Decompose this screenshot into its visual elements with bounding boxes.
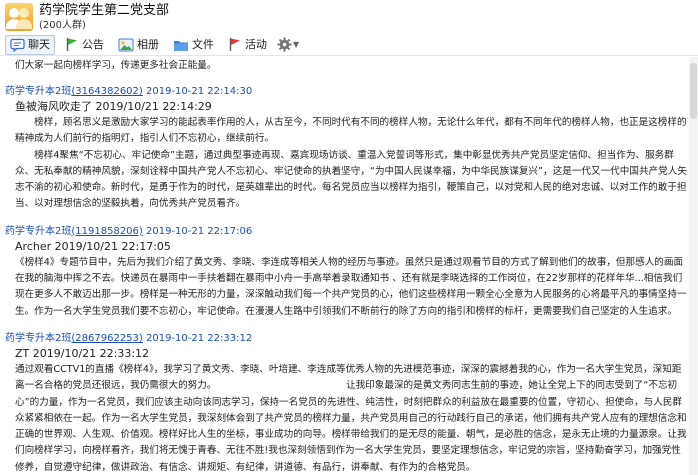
group-chat-window: 药学院学生第二党支部 (200人群) 聊天 公告 相册 文件 活动 ▼ 们大家一…	[0, 0, 698, 475]
tab-events[interactable]: 活动	[224, 35, 271, 55]
sender-qq-link[interactable]: (2867962253)	[71, 333, 142, 344]
group-name[interactable]: 药学院学生第二党支部	[39, 3, 169, 19]
group-title-block: 药学院学生第二党支部 (200人群)	[39, 3, 169, 32]
message-text: 通过观看CCTV1的直播《榜样4》，我学习了黄文秀、李晓、叶培建、李连成等优秀人…	[15, 363, 687, 473]
message-time: 2019-10-21 22:33:12	[146, 332, 253, 344]
chat-message: 药学专升本2班(3164382602) 2019-10-21 22:14:30 …	[5, 85, 689, 213]
sender-name[interactable]: 药学专升本2班	[5, 226, 71, 237]
message-text: 榜样，顾名思义是激励大家学习的能起表率作用的人，从古至今，不同时代有不同的榜样人…	[15, 117, 687, 210]
message-fragment: 们大家一起向榜样学习，传递更多社会正能量。	[15, 60, 217, 71]
settings-button[interactable]: ▼	[277, 37, 299, 52]
vertical-scrollbar[interactable]	[689, 57, 698, 475]
chat-message: 药学专升本2班(2867962253) 2019-10-21 22:33:12 …	[5, 332, 689, 475]
tab-album[interactable]: 相册	[114, 35, 163, 55]
tab-files-label: 文件	[192, 37, 214, 51]
flag-icon	[66, 38, 77, 51]
sender-name[interactable]: 药学专升本2班	[5, 333, 71, 344]
forwarded-header: 鱼被海风吹走了 2019/10/21 22:14:29	[15, 100, 212, 113]
scrollbar-thumb[interactable]	[690, 63, 697, 119]
sender-qq-link[interactable]: (3164382602)	[71, 86, 142, 97]
tab-chat-label: 聊天	[28, 37, 50, 51]
message-sender-line: 药学专升本2班(3164382602) 2019-10-21 22:14:30	[5, 85, 689, 98]
chat-icon	[10, 38, 25, 52]
message-sender-line: 药学专升本2班(2867962253) 2019-10-21 22:33:12	[5, 332, 689, 345]
tab-announcement-label: 公告	[82, 37, 104, 51]
event-icon	[229, 38, 240, 51]
sender-name[interactable]: 药学专升本2班	[5, 86, 71, 97]
tab-files[interactable]: 文件	[169, 35, 218, 55]
forwarded-header: ZT 2019/10/21 22:33:12	[15, 346, 150, 360]
group-avatar[interactable]	[5, 3, 33, 31]
message-time: 2019-10-21 22:14:30	[146, 86, 253, 97]
tab-chat[interactable]: 聊天	[5, 34, 55, 55]
member-count: (200人群)	[39, 20, 86, 31]
group-toolbar: 聊天 公告 相册 文件 活动 ▼	[0, 34, 698, 56]
photo-icon	[118, 38, 134, 51]
tab-album-label: 相册	[137, 37, 159, 51]
gear-icon	[277, 37, 292, 52]
chat-message-area[interactable]: 们大家一起向榜样学习，传递更多社会正能量。 药学专升本2班(3164382602…	[0, 57, 689, 475]
chat-message: 药学专升本2班(1191858206) 2019-10-21 22:17:06 …	[5, 225, 689, 320]
forwarded-header: Archer 2019/10/21 22:17:05	[15, 239, 171, 253]
message-time: 2019-10-21 22:17:06	[146, 225, 253, 237]
message-sender-line: 药学专升本2班(1191858206) 2019-10-21 22:17:06	[5, 225, 689, 238]
chevron-down-icon[interactable]: ▼	[293, 40, 299, 49]
chat-header: 药学院学生第二党支部 (200人群)	[0, 0, 698, 34]
message-text: 《榜样4》专题节目中，先后为我们介绍了黄文秀、李晓、李连成等相关人物的经历与事迹…	[15, 256, 687, 317]
tab-announcement[interactable]: 公告	[61, 35, 108, 55]
folder-icon	[174, 40, 188, 51]
tab-events-label: 活动	[245, 37, 267, 51]
sender-qq-link[interactable]: (1191858206)	[71, 226, 142, 237]
